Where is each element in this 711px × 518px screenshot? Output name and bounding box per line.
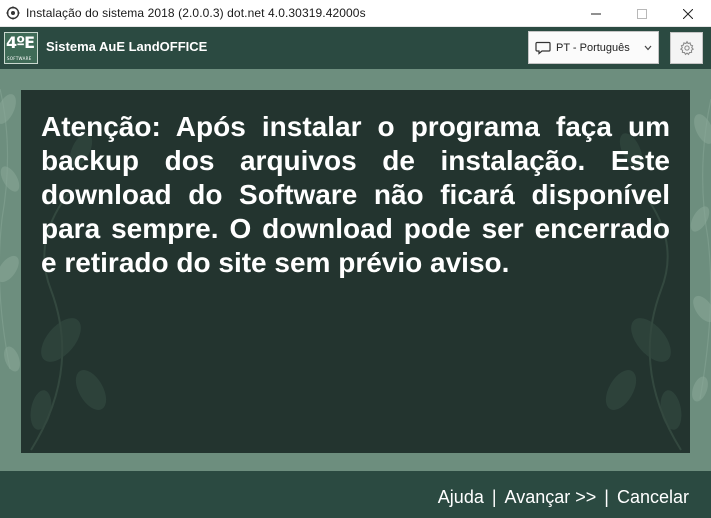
logo-text: 4ºE: [6, 33, 35, 52]
cancel-link[interactable]: Cancelar: [617, 487, 689, 508]
minimize-button[interactable]: [573, 0, 619, 27]
window-titlebar: Instalação do sistema 2018 (2.0.0.3) dot…: [0, 0, 711, 27]
settings-button[interactable]: [670, 32, 703, 64]
warning-message: Atenção: Após instalar o programa faça u…: [41, 111, 670, 278]
language-select[interactable]: PT - Português: [528, 31, 659, 64]
company-logo: 4ºE SOFTWARE: [4, 32, 38, 64]
footer-navigation: Ajuda | Avançar >> | Cancelar: [438, 487, 689, 508]
separator: |: [604, 487, 609, 507]
app-name: Sistema AuE LandOFFICE: [46, 39, 208, 54]
help-link[interactable]: Ajuda: [438, 487, 484, 508]
close-button[interactable]: [665, 0, 711, 27]
window-title: Instalação do sistema 2018 (2.0.0.3) dot…: [26, 6, 366, 20]
minimize-icon: [591, 13, 601, 14]
gear-icon: [679, 40, 694, 56]
gear-app-icon: [6, 6, 20, 20]
app-header: 4ºE SOFTWARE Sistema AuE LandOFFICE PT -…: [0, 27, 711, 69]
maximize-icon: [637, 8, 647, 19]
message-panel: Atenção: Após instalar o programa faça u…: [21, 90, 690, 453]
maximize-button[interactable]: [619, 0, 665, 27]
app-footer: Ajuda | Avançar >> | Cancelar: [0, 471, 711, 518]
installer-window: 4ºE SOFTWARE Sistema AuE LandOFFICE PT -…: [0, 27, 711, 518]
language-selected-value: PT - Português: [556, 41, 630, 54]
next-link[interactable]: Avançar >>: [505, 487, 597, 508]
chevron-down-icon: [644, 45, 652, 51]
window-controls: [573, 0, 711, 27]
separator: |: [491, 487, 497, 507]
logo-subtext: SOFTWARE: [7, 56, 32, 61]
chat-bubble-icon: [535, 41, 551, 55]
close-icon: [683, 8, 693, 19]
